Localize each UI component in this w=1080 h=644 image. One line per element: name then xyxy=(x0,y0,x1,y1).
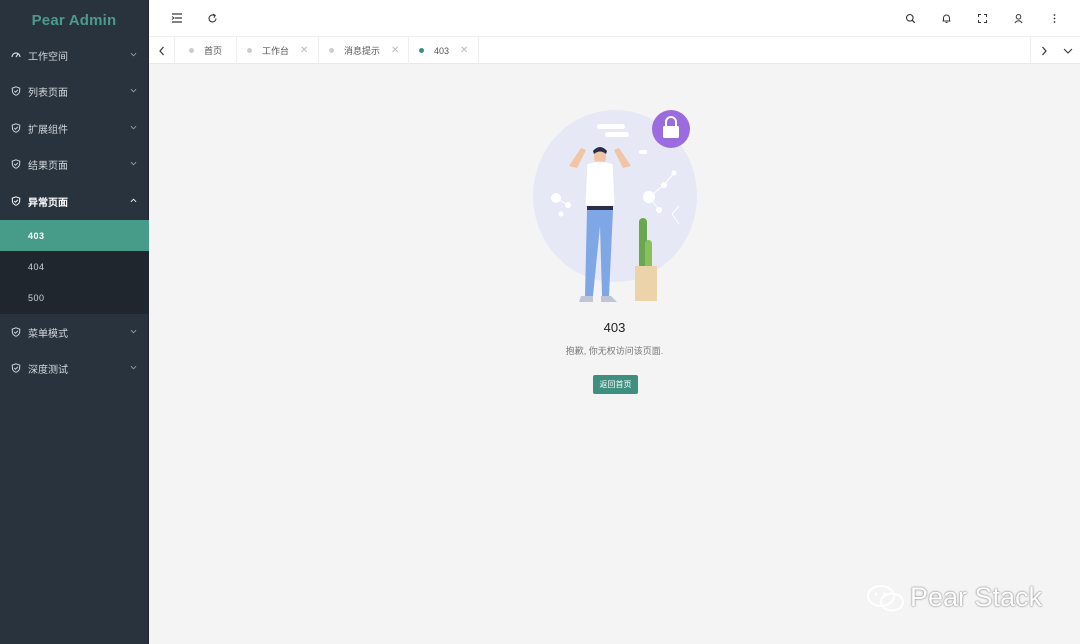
fullscreen-icon[interactable] xyxy=(973,9,991,27)
app-logo[interactable]: Pear Admin xyxy=(0,0,148,40)
chevron-down-icon xyxy=(130,88,137,93)
user-icon[interactable] xyxy=(1009,9,1027,27)
sidebar-item-label: 列表页面 xyxy=(28,87,68,99)
shield-icon xyxy=(11,123,21,133)
tab-bar: 首页 工作台 ✕ 消息提示 ✕ 403 ✕ xyxy=(149,37,1080,64)
sidebar-item-deep-test[interactable]: 深度测试 xyxy=(0,350,149,386)
chevron-down-icon xyxy=(130,329,137,334)
sidebar-subitem-500[interactable]: 500 xyxy=(0,282,149,313)
tab-scroll-right-icon[interactable] xyxy=(1030,37,1056,64)
menu-collapse-icon[interactable] xyxy=(168,9,186,27)
sidebar-item-label: 菜单模式 xyxy=(28,328,68,340)
chevron-down-icon xyxy=(130,125,137,130)
sidebar-subitem-403[interactable]: 403 xyxy=(0,220,149,251)
tab-status-dot xyxy=(247,48,252,53)
chevron-down-icon xyxy=(130,365,137,370)
chevron-down-icon xyxy=(130,161,137,166)
sidebar-item-result[interactable]: 结果页面 xyxy=(0,146,149,182)
exception-submenu: 403 404 500 xyxy=(0,220,149,314)
watermark-text: Pear Stack xyxy=(910,582,1043,612)
shield-icon xyxy=(11,363,21,373)
refresh-icon[interactable] xyxy=(203,9,221,27)
dashboard-icon xyxy=(11,50,21,60)
tab-workbench[interactable]: 工作台 ✕ xyxy=(237,37,319,64)
shield-icon xyxy=(11,159,21,169)
sidebar-item-label: 异常页面 xyxy=(28,197,68,209)
tab-home[interactable]: 首页 xyxy=(175,37,237,64)
chevron-up-icon xyxy=(130,198,137,203)
tab-scroll-left-icon[interactable] xyxy=(149,37,175,64)
more-vertical-icon[interactable] xyxy=(1045,9,1063,27)
watermark: Pear Stack xyxy=(866,582,1042,613)
shield-icon xyxy=(11,196,21,206)
bell-icon[interactable] xyxy=(937,9,955,27)
tab-status-dot xyxy=(189,48,194,53)
chevron-down-icon xyxy=(130,52,137,57)
sidebar-item-label: 深度测试 xyxy=(28,364,68,376)
sidebar-item-workspace[interactable]: 工作空间 xyxy=(0,37,149,73)
top-header xyxy=(149,0,1080,37)
tab-label: 工作台 xyxy=(262,46,290,56)
sidebar-item-label: 结果页面 xyxy=(28,160,68,172)
tab-label: 403 xyxy=(434,45,450,56)
tab-status-dot xyxy=(419,48,424,53)
tab-status-dot xyxy=(329,48,334,53)
sidebar-subitem-404[interactable]: 404 xyxy=(0,251,149,282)
sidebar-item-exception[interactable]: 异常页面 xyxy=(0,183,149,219)
main-content: 403 抱歉, 你无权访问该页面. 返回首页 xyxy=(149,64,1080,644)
sidebar: Pear Admin 工作空间 列表页面 扩展组件 结果页面 异常页面 403 … xyxy=(0,0,149,644)
tab-label: 首页 xyxy=(204,46,223,56)
forbidden-illustration xyxy=(533,110,697,302)
error-message: 抱歉, 你无权访问该页面. xyxy=(565,346,664,356)
close-icon[interactable]: ✕ xyxy=(300,45,308,56)
tab-message[interactable]: 消息提示 ✕ xyxy=(319,37,409,64)
close-icon[interactable]: ✕ xyxy=(391,45,399,56)
tab-403[interactable]: 403 ✕ xyxy=(409,37,479,64)
sidebar-item-label: 扩展组件 xyxy=(28,124,68,136)
shield-icon xyxy=(11,327,21,337)
tab-dropdown-icon[interactable] xyxy=(1056,37,1080,64)
search-icon[interactable] xyxy=(901,9,919,27)
error-code: 403 xyxy=(603,320,626,335)
shield-icon xyxy=(11,86,21,96)
sidebar-item-components[interactable]: 扩展组件 xyxy=(0,110,149,146)
sidebar-item-list[interactable]: 列表页面 xyxy=(0,73,149,109)
sidebar-item-label: 工作空间 xyxy=(28,51,68,63)
tab-label: 消息提示 xyxy=(344,46,381,56)
back-home-button[interactable]: 返回首页 xyxy=(593,375,638,394)
sidebar-item-menu-mode[interactable]: 菜单模式 xyxy=(0,314,149,350)
wechat-icon xyxy=(867,584,904,611)
close-icon[interactable]: ✕ xyxy=(460,45,468,56)
